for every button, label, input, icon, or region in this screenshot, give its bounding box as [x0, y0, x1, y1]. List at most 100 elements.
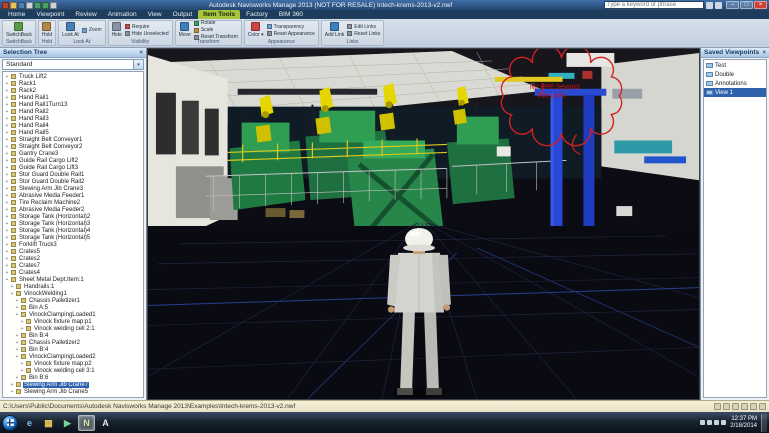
ribbon-tab-animation[interactable]: Animation	[103, 10, 142, 19]
tree-item-bin-b-4[interactable]: +Bin B:4	[3, 332, 143, 339]
tree-expand-icon[interactable]: +	[4, 249, 10, 255]
ribbon-tab-output[interactable]: Output	[168, 10, 198, 19]
viewpoint-item-double[interactable]: Double	[704, 70, 766, 79]
tree-expand-icon[interactable]: +	[4, 270, 10, 276]
ribbon-tab-factory[interactable]: Factory	[241, 10, 273, 19]
tree-item-rack1[interactable]: +Rack1	[3, 80, 143, 87]
tree-expand-icon[interactable]: +	[4, 88, 10, 94]
tree-expand-icon[interactable]: +	[4, 151, 10, 157]
autodesk-app-icon[interactable]: A	[97, 415, 114, 431]
tree-expand-icon[interactable]: +	[14, 347, 20, 353]
tree-expand-icon[interactable]: +	[4, 200, 10, 206]
tree-item-gantry-crane3[interactable]: +Gantry Crane3	[3, 150, 143, 157]
tree-item-storage-tank-horizontal-2[interactable]: +Storage Tank (Horizontal)2	[3, 213, 143, 220]
tree-expand-icon[interactable]: +	[4, 74, 10, 80]
tree-expand-icon[interactable]: +	[4, 277, 10, 283]
tree-item-truck-lift2[interactable]: +Truck Lift2	[3, 73, 143, 80]
tree-item-guide-rail-cargo-lift3[interactable]: +Guide Rail Cargo Lift3	[3, 164, 143, 171]
ribbon-tab-review[interactable]: Review	[70, 10, 101, 19]
tree-expand-icon[interactable]: +	[4, 193, 10, 199]
close-button[interactable]: ×	[754, 1, 767, 9]
require-button[interactable]: Require	[125, 24, 169, 30]
tree-item-slewing-arm-jib-crane5[interactable]: +Slewing Arm Jib Crane5	[3, 388, 143, 395]
tree-expand-icon[interactable]: +	[9, 389, 15, 395]
tree-expand-icon[interactable]: +	[9, 382, 15, 388]
ribbon-tab-bim-360[interactable]: BIM 360	[274, 10, 308, 19]
tree-expand-icon[interactable]: +	[4, 123, 10, 129]
tree-item-vinock-fixture-map-p2[interactable]: +Vinock fixture map:p2	[3, 360, 143, 367]
maximize-button[interactable]: □	[740, 1, 753, 9]
show-desktop-button[interactable]	[761, 414, 767, 432]
viewpoint-item-annotations[interactable]: Annotations	[704, 79, 766, 88]
chevron-down-icon[interactable]: ▾	[133, 60, 143, 69]
teal-equipment[interactable]	[614, 140, 672, 153]
tree-expand-icon[interactable]: +	[4, 130, 10, 136]
viewpoint-item-view-1[interactable]: View 1	[704, 88, 766, 97]
blue-equipment[interactable]	[644, 156, 686, 163]
select-icon[interactable]	[50, 2, 57, 9]
tree-item-vinockclampingloaded1[interactable]: +VinockClampingLoaded1	[3, 311, 143, 318]
hidden-icons-arrow[interactable]	[700, 420, 705, 425]
tree-expand-icon[interactable]: +	[4, 144, 10, 150]
sheet-prev-icon[interactable]	[723, 403, 730, 410]
tree-expand-icon[interactable]: +	[19, 361, 25, 367]
tree-expand-icon[interactable]: +	[4, 228, 10, 234]
infocenter-search-input[interactable]	[604, 1, 704, 9]
close-icon[interactable]: ×	[139, 49, 143, 57]
tree-item-crates7[interactable]: +Crates7	[3, 262, 143, 269]
rotate-button[interactable]: Rotate	[194, 20, 238, 26]
tree-expand-icon[interactable]: +	[14, 375, 20, 381]
windows-explorer-icon[interactable]: ▦	[40, 415, 57, 431]
tree-item-abrasive-media-feeder1[interactable]: +Abrasive Media Feeder1	[3, 192, 143, 199]
tree-item-vinock-welding-cell-3-1[interactable]: +Vinock welding cell 3:1	[3, 367, 143, 374]
tree-item-chassis-palletizer2[interactable]: +Chassis Palletizer2	[3, 339, 143, 346]
look-at-button[interactable]: Look At	[62, 22, 79, 38]
tree-expand-icon[interactable]: +	[4, 256, 10, 262]
tree-expand-icon[interactable]: +	[14, 354, 20, 360]
tree-expand-icon[interactable]: +	[4, 172, 10, 178]
tree-mode-dropdown[interactable]: Standard ▾	[2, 59, 144, 70]
tree-item-straight-belt-conveyor1[interactable]: +Straight Belt Conveyor1	[3, 136, 143, 143]
tree-item-storage-tank-horizontal-3[interactable]: +Storage Tank (Horizontal)3	[3, 220, 143, 227]
communication-center-icon[interactable]	[715, 2, 722, 9]
tree-expand-icon[interactable]: +	[14, 298, 20, 304]
tree-item-sheet-metal-dept-item-1[interactable]: +Sheet Metal Dept.Item:1	[3, 276, 143, 283]
tree-expand-icon[interactable]: +	[4, 137, 10, 143]
navisworks-icon[interactable]: N	[78, 415, 95, 431]
tree-expand-icon[interactable]: +	[14, 305, 20, 311]
tree-item-crates2[interactable]: +Crates2	[3, 255, 143, 262]
application-menu-icon[interactable]	[2, 2, 9, 9]
tree-expand-icon[interactable]: +	[4, 235, 10, 241]
crate[interactable]	[289, 210, 304, 218]
transparency-button[interactable]: Transparency	[267, 24, 315, 30]
zoom-button[interactable]: Zoom	[82, 27, 102, 33]
print-icon[interactable]	[26, 2, 33, 9]
hide-unselected-button[interactable]: Hide Unselected	[125, 31, 169, 37]
ribbon-tab-view[interactable]: View	[143, 10, 167, 19]
tree-item-storage-tank-horizontal-4[interactable]: +Storage Tank (Horizontal)4	[3, 227, 143, 234]
tree-item-hand-rail3[interactable]: +Hand Rail3	[3, 115, 143, 122]
start-button[interactable]	[2, 415, 18, 431]
switchback-button[interactable]: SwitchBack	[6, 22, 32, 38]
open-icon[interactable]	[10, 2, 17, 9]
add-link-button[interactable]: Add Link	[325, 22, 344, 38]
performance-pencil-icon[interactable]	[750, 403, 757, 410]
tree-expand-icon[interactable]: +	[4, 242, 10, 248]
hold-button[interactable]: Hold	[42, 22, 52, 38]
tree-item-vinockclampingloaded2[interactable]: +VinockClampingLoaded2	[3, 353, 143, 360]
tree-item-vinock-fixture-map-p1[interactable]: +Vinock fixture map:p1	[3, 318, 143, 325]
tree-item-abrasive-media-feeder2[interactable]: +Abrasive Media Feeder2	[3, 206, 143, 213]
minimize-button[interactable]: –	[726, 1, 739, 9]
tree-expand-icon[interactable]: +	[14, 312, 20, 318]
tree-item-forklift-truck3[interactable]: +Forklift Truck3	[3, 241, 143, 248]
tree-expand-icon[interactable]: +	[4, 207, 10, 213]
save-icon[interactable]	[18, 2, 25, 9]
scale-button[interactable]: Scale	[194, 27, 238, 33]
crate[interactable]	[266, 208, 286, 217]
ribbon-tab-viewpoint[interactable]: Viewpoint	[31, 10, 69, 19]
tree-item-storage-tank-horizontal-5[interactable]: +Storage Tank (Horizontal)5	[3, 234, 143, 241]
tree-item-handrails-1[interactable]: +Handrails:1	[3, 283, 143, 290]
tree-item-slewing-arm-jib-crane7[interactable]: +Slewing Arm Jib Crane7	[3, 381, 143, 388]
tree-item-hand-rail4[interactable]: +Hand Rail4	[3, 122, 143, 129]
sheet-last-icon[interactable]	[741, 403, 748, 410]
